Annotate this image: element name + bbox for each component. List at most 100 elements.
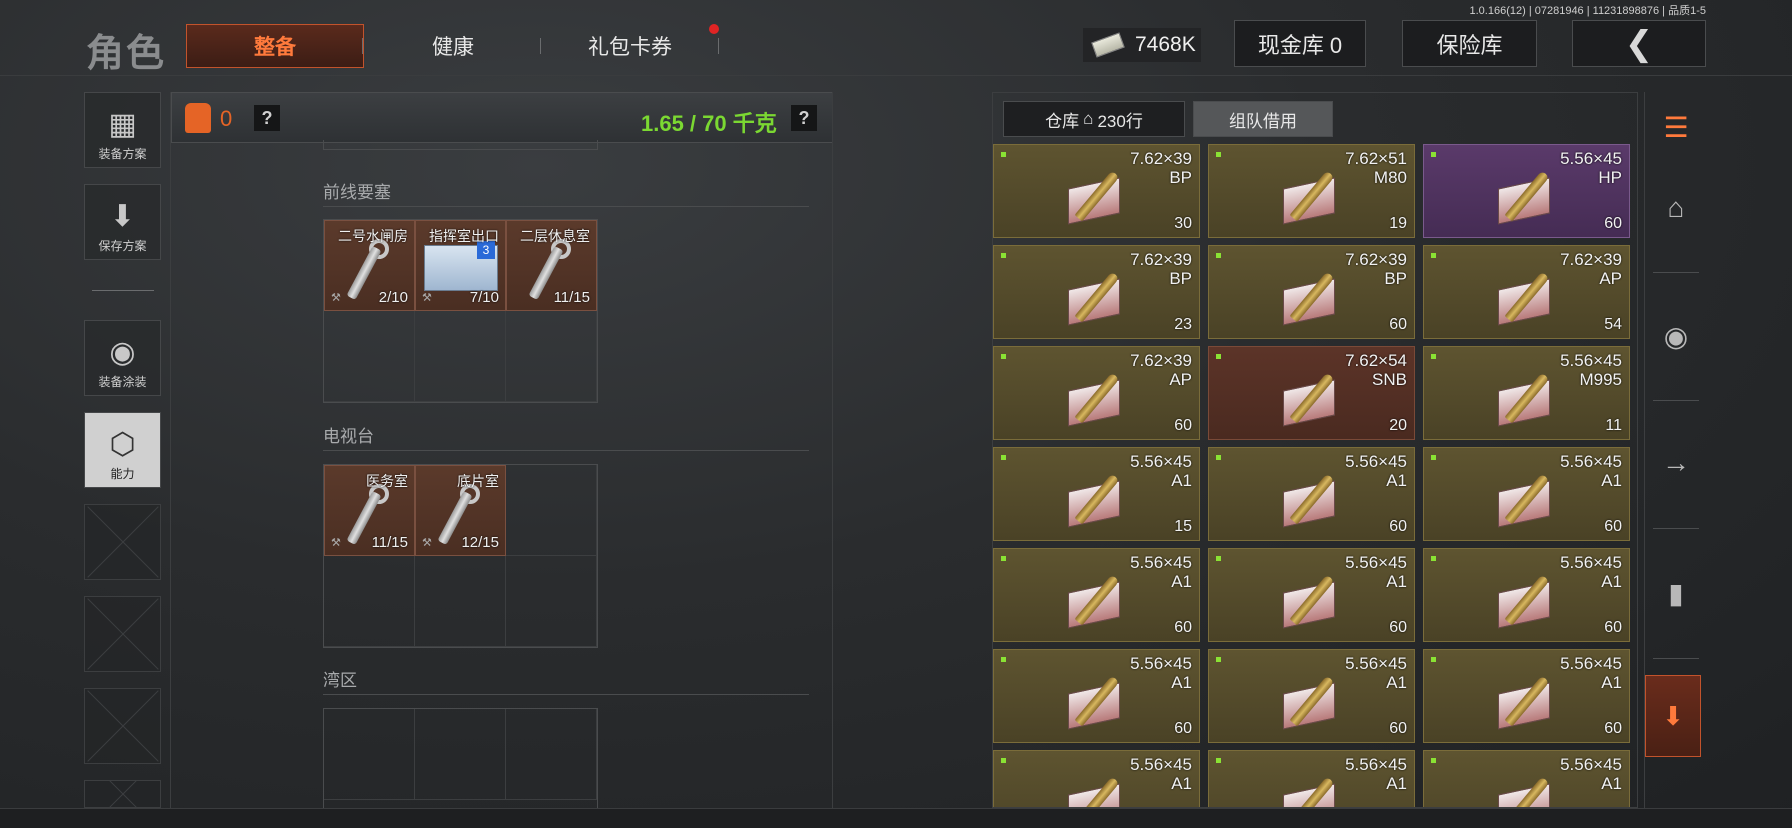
empty-key-slot[interactable] — [506, 465, 597, 556]
ammo-count: 20 — [1389, 417, 1407, 434]
tab-team-borrow[interactable]: 组队借用 — [1193, 101, 1333, 137]
ammo-count: 60 — [1604, 518, 1622, 535]
key-name: 二层休息室 — [520, 228, 590, 244]
notification-dot — [709, 24, 719, 34]
cash-value: 7468K — [1135, 33, 1196, 56]
ammo-item[interactable]: 7.62×39 AP 60 — [993, 346, 1200, 440]
strip-divider — [1653, 400, 1699, 401]
ammo-type: SNB — [1372, 370, 1407, 389]
ammo-type: A1 — [1601, 572, 1622, 591]
weight-help-button[interactable]: ? — [791, 105, 817, 131]
empty-key-slot[interactable] — [415, 709, 506, 800]
wrench-icon: ⚒ — [331, 537, 341, 549]
ammo-caliber: 5.56×45 — [1345, 654, 1407, 673]
empty-key-slot[interactable] — [415, 556, 506, 647]
tab-warehouse[interactable]: 仓库 ⌂ 230行 — [1003, 101, 1185, 137]
layers-refresh-icon[interactable]: ☰ — [1645, 92, 1707, 162]
status-dot — [1001, 354, 1006, 359]
empty-key-slot[interactable] — [415, 311, 506, 402]
empty-key-slot[interactable] — [506, 556, 597, 647]
ammo-item[interactable]: 5.56×45 A1 15 — [993, 447, 1200, 541]
ammo-label: 7.62×39 BP — [1345, 250, 1407, 288]
rifle-icon[interactable]: → — [1645, 428, 1707, 498]
empty-key-slot[interactable] — [324, 556, 415, 647]
ammo-item[interactable]: 5.56×45 A1 60 — [1423, 447, 1630, 541]
back-button[interactable]: ❮ — [1572, 20, 1706, 67]
ammo-label: 5.56×45 A1 — [1130, 755, 1192, 793]
help-button[interactable]: ? — [254, 105, 280, 131]
ammo-item[interactable]: 7.62×51 M80 19 — [1208, 144, 1415, 238]
ammo-item[interactable]: 5.56×45 A1 — [1208, 750, 1415, 807]
ammo-item[interactable]: 7.62×39 AP 54 — [1423, 245, 1630, 339]
ammo-item[interactable]: 5.56×45 HP 60 — [1423, 144, 1630, 238]
status-dot — [1216, 152, 1221, 157]
ammo-label: 5.56×45 A1 — [1130, 654, 1192, 692]
ammo-item[interactable]: 7.62×39 BP 60 — [1208, 245, 1415, 339]
cash-vault-button[interactable]: 现金库 0 — [1234, 20, 1366, 67]
strip-divider — [1653, 272, 1699, 273]
ammo-caliber: 7.62×54 — [1345, 351, 1407, 370]
empty-key-slot[interactable] — [324, 311, 415, 402]
vest-icon — [185, 103, 211, 133]
ammo-item[interactable]: 5.56×45 A1 — [993, 750, 1200, 807]
key-slot[interactable]: 3 指挥室出口 ⚒ 7/10 — [415, 220, 506, 311]
sidebar-item-label: 保存方案 — [98, 239, 147, 253]
ammo-label: 7.62×39 AP — [1560, 250, 1622, 288]
loadout-plan-button[interactable]: ▦ 装备方案 — [84, 92, 161, 168]
key-slot[interactable]: 底片室 ⚒ 12/15 — [415, 465, 506, 556]
home-icon[interactable]: ⌂ — [1645, 173, 1707, 243]
empty-key-slot[interactable] — [506, 311, 597, 402]
status-dot — [1216, 354, 1221, 359]
ammo-type: M995 — [1579, 370, 1622, 389]
ammo-item[interactable]: 5.56×45 A1 60 — [1423, 548, 1630, 642]
section-divider — [323, 450, 809, 451]
key-slot[interactable]: 医务室 ⚒ 11/15 — [324, 465, 415, 556]
ammo-item[interactable]: 7.62×39 BP 30 — [993, 144, 1200, 238]
key-uses: 11/15 — [553, 289, 590, 306]
status-dot — [1431, 152, 1436, 157]
key-slot[interactable]: 二层休息室 11/15 — [506, 220, 597, 311]
lightning-icon: ⬡ — [109, 428, 136, 461]
key-grid-frontline: 二号水闸房 ⚒ 2/10 3 指挥室出口 ⚒ 7/10 二层休息室 11/15 — [323, 219, 598, 403]
tab-gift-coupons[interactable]: 礼包卡券 — [556, 24, 704, 68]
ammo-count: 60 — [1174, 417, 1192, 434]
tab-health[interactable]: 健康 — [380, 24, 526, 68]
ammo-item[interactable]: 7.62×54 SNB 20 — [1208, 346, 1415, 440]
ammo-label: 7.62×51 M80 — [1345, 149, 1407, 187]
section-title: 电视台 — [323, 427, 374, 446]
ammo-item[interactable]: 5.56×45 A1 60 — [993, 548, 1200, 642]
safe-button[interactable]: 保险库 — [1402, 20, 1537, 67]
ammo-item[interactable]: 5.56×45 A1 60 — [1208, 649, 1415, 743]
page-title: 角色 — [86, 33, 167, 75]
ammo-item[interactable]: 5.56×45 M995 11 — [1423, 346, 1630, 440]
ammo-type: A1 — [1171, 471, 1192, 490]
key-slot[interactable]: 二号水闸房 ⚒ 2/10 — [324, 220, 415, 311]
save-plan-button[interactable]: ⬇ 保存方案 — [84, 184, 161, 260]
ammo-count: 60 — [1604, 720, 1622, 737]
tab-sub-label: 230行 — [1097, 111, 1143, 131]
ammo-type: A1 — [1601, 673, 1622, 692]
ammo-item[interactable]: 5.56×45 A1 — [1423, 750, 1630, 807]
helmet-icon[interactable]: ◉ — [1645, 301, 1707, 371]
ammo-count: 60 — [1389, 720, 1407, 737]
ammo-caliber: 7.62×39 — [1130, 250, 1192, 269]
ammo-item[interactable]: 5.56×45 A1 60 — [993, 649, 1200, 743]
gear-skin-button[interactable]: ◉ 装备涂装 — [84, 320, 161, 396]
ammo-item[interactable]: 7.62×39 BP 23 — [993, 245, 1200, 339]
vault-download-button[interactable]: ⬇ — [1645, 675, 1701, 757]
ammo-caliber: 7.62×39 — [1560, 250, 1622, 269]
status-dot — [1001, 152, 1006, 157]
magazine-icon[interactable]: ▮ — [1645, 558, 1707, 628]
empty-key-slot[interactable] — [506, 709, 597, 800]
ammo-item[interactable]: 5.56×45 A1 60 — [1423, 649, 1630, 743]
tab-loadout[interactable]: 整备 — [186, 24, 364, 68]
empty-key-slot[interactable] — [324, 709, 415, 800]
ammo-caliber: 5.56×45 — [1130, 452, 1192, 471]
ammo-count: 60 — [1174, 619, 1192, 636]
ammo-type: BP — [1384, 269, 1407, 288]
status-dot — [1431, 657, 1436, 662]
ammo-item[interactable]: 5.56×45 A1 60 — [1208, 447, 1415, 541]
ammo-label: 5.56×45 M995 — [1560, 351, 1622, 389]
ammo-item[interactable]: 5.56×45 A1 60 — [1208, 548, 1415, 642]
ability-button[interactable]: ⬡ 能力 — [84, 412, 161, 488]
